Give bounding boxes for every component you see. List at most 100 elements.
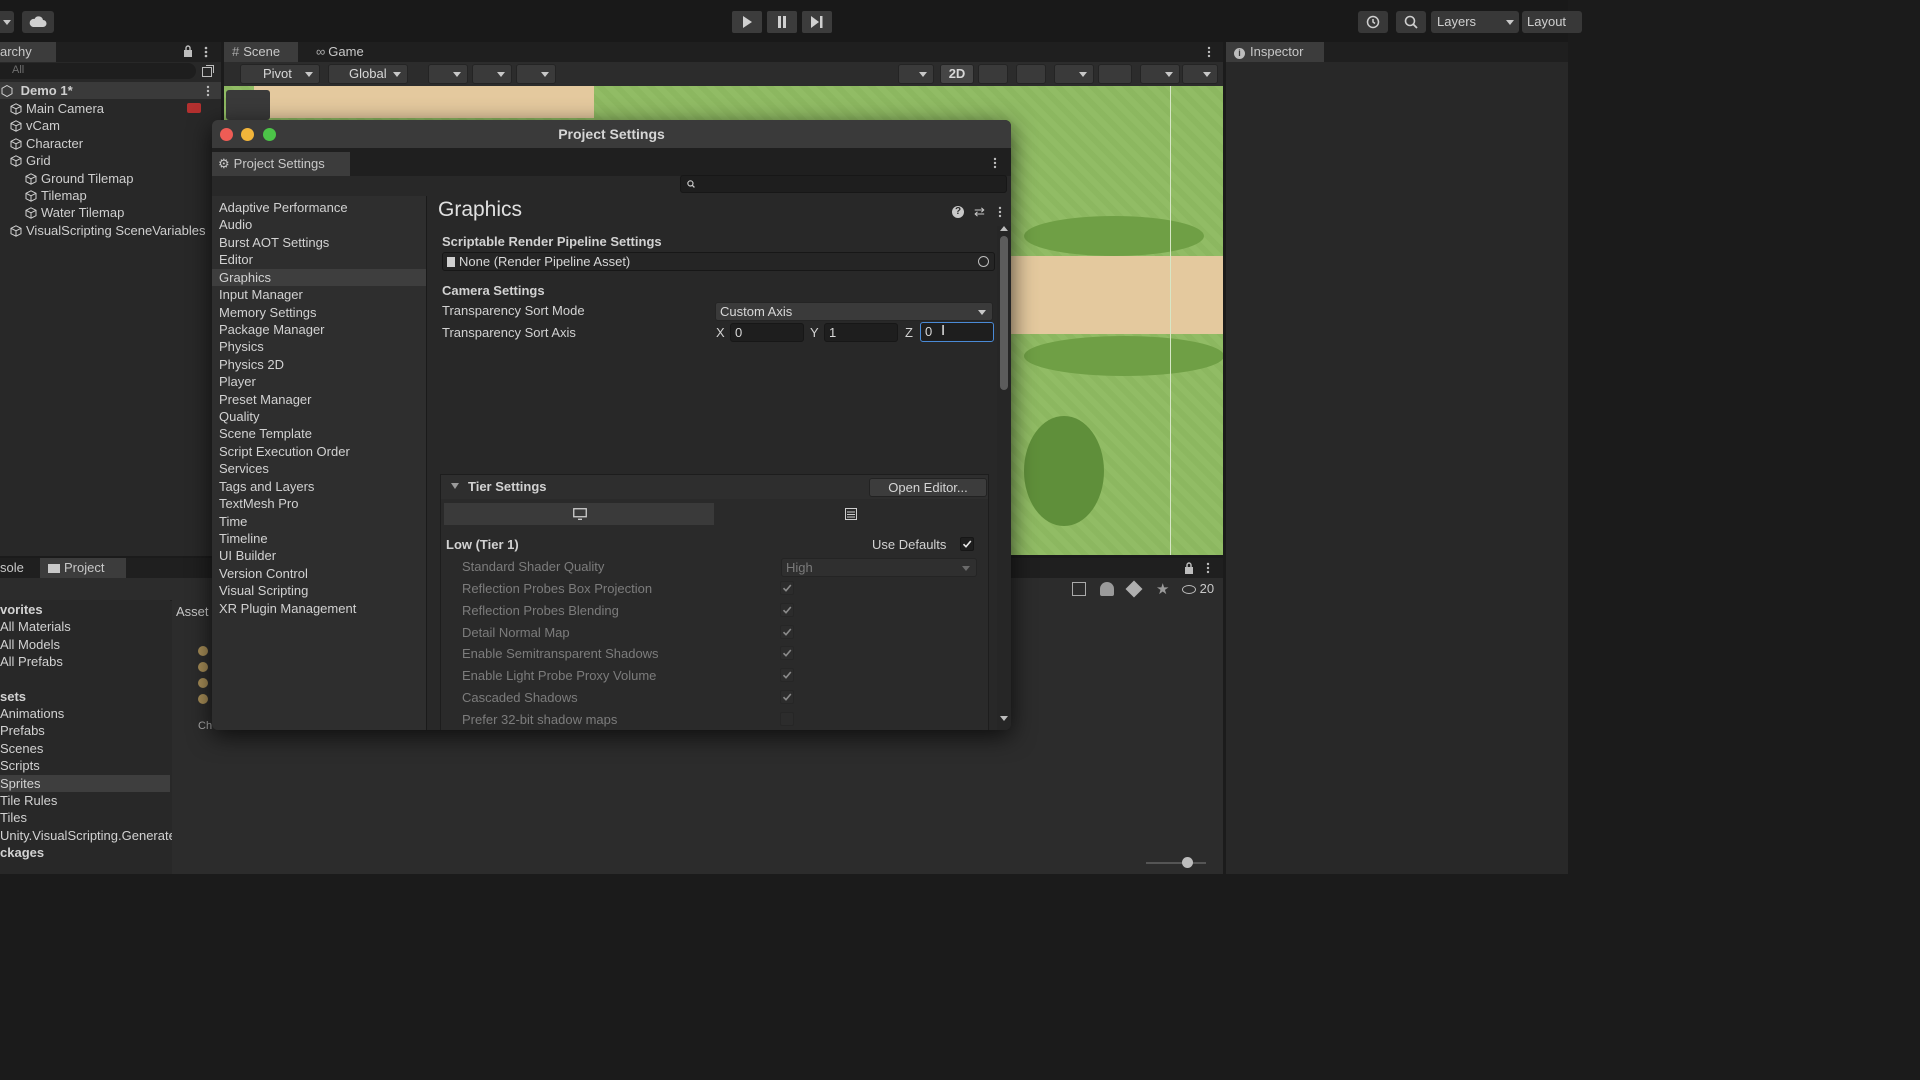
kebab-menu-icon[interactable]: [998, 206, 1002, 218]
kebab-menu-icon[interactable]: [206, 85, 210, 97]
hierarchy-item[interactable]: VisualScripting SceneVariables: [10, 222, 205, 239]
scene-header-row[interactable]: Demo 1*: [0, 82, 221, 99]
tier-header[interactable]: Tier Settings Open Editor...: [441, 475, 988, 499]
sidebar-item[interactable]: Input Manager: [219, 286, 303, 303]
sidebar-item[interactable]: Package Manager: [219, 321, 325, 338]
layers-dropdown[interactable]: Layers: [1431, 11, 1519, 33]
axis-z-field[interactable]: 0I: [920, 322, 994, 342]
tab-project[interactable]: Project: [40, 558, 126, 578]
project-folder-item[interactable]: sets: [0, 688, 26, 705]
search-icon[interactable]: [1396, 11, 1426, 33]
tab-inspector[interactable]: i Inspector: [1226, 42, 1324, 62]
history-icon[interactable]: [1358, 11, 1388, 33]
draw-mode-dropdown[interactable]: [898, 64, 934, 84]
pause-button[interactable]: [767, 11, 797, 33]
asset-thumbnail[interactable]: [198, 646, 208, 656]
axis-x-field[interactable]: 0: [730, 323, 804, 342]
kebab-menu-icon[interactable]: [1206, 562, 1210, 574]
hierarchy-item[interactable]: Water Tilemap: [25, 204, 124, 221]
star-icon[interactable]: ★: [1156, 580, 1169, 598]
project-folder-item[interactable]: All Prefabs: [0, 653, 63, 670]
project-folder-item[interactable]: All Materials: [0, 618, 71, 635]
sidebar-item[interactable]: XR Plugin Management: [219, 600, 356, 617]
tab-console[interactable]: sole: [0, 558, 32, 578]
cloud-icon[interactable]: [22, 11, 54, 33]
kebab-menu-icon[interactable]: [1207, 46, 1211, 58]
account-dropdown-arrow[interactable]: [0, 11, 14, 33]
play-button[interactable]: [732, 11, 762, 33]
filter-label-icon[interactable]: [1100, 582, 1114, 596]
asset-thumbnail[interactable]: [198, 662, 208, 672]
scroll-down-icon[interactable]: [1000, 716, 1008, 721]
checkbox[interactable]: [780, 646, 794, 661]
tab-project-settings[interactable]: ⚙ Project Settings: [212, 152, 350, 176]
project-folder-item[interactable]: Sprites: [0, 774, 170, 792]
platform-tab-standalone[interactable]: [444, 503, 714, 525]
preset-icon[interactable]: ⇄: [974, 204, 985, 220]
assets-breadcrumb[interactable]: Asset: [176, 604, 209, 619]
grid-snap-dropdown[interactable]: [472, 64, 512, 84]
project-folder-item[interactable]: All Models: [0, 636, 60, 653]
sidebar-item[interactable]: UI Builder: [219, 547, 276, 564]
help-icon[interactable]: ?: [952, 206, 964, 218]
snap-dropdown[interactable]: [428, 64, 468, 84]
filter-type-icon[interactable]: [1072, 582, 1086, 596]
sidebar-item[interactable]: Script Execution Order: [219, 443, 350, 460]
increment-snap-dropdown[interactable]: [516, 64, 556, 84]
checkbox[interactable]: [780, 624, 794, 639]
asset-thumbnail[interactable]: [198, 678, 208, 688]
tab-scene[interactable]: # Scene: [224, 42, 298, 62]
pivot-dropdown[interactable]: Pivot: [240, 64, 320, 84]
hidden-packages-toggle[interactable]: 20: [1182, 581, 1214, 596]
visibility-toggle[interactable]: [1098, 64, 1132, 84]
project-folder-item[interactable]: vorites: [0, 601, 43, 618]
checkbox[interactable]: [780, 602, 794, 617]
hierarchy-item[interactable]: Main Camera: [10, 100, 104, 117]
checkbox[interactable]: [960, 537, 974, 551]
sidebar-item[interactable]: TextMesh Pro: [219, 495, 298, 512]
gizmos-dropdown[interactable]: [1182, 64, 1218, 84]
minimize-window-button[interactable]: [241, 128, 254, 141]
hierarchy-item[interactable]: Grid: [10, 152, 51, 169]
scrollbar-thumb[interactable]: [1000, 236, 1008, 390]
sidebar-item[interactable]: Physics 2D: [219, 356, 284, 373]
sidebar-item[interactable]: Services: [219, 460, 269, 477]
close-window-button[interactable]: [220, 128, 233, 141]
project-folder-item[interactable]: Scenes: [0, 740, 43, 757]
sidebar-item[interactable]: Preset Manager: [219, 391, 312, 408]
settings-search-input[interactable]: [680, 175, 1007, 193]
tag-icon[interactable]: [1125, 580, 1143, 598]
checkbox[interactable]: [780, 580, 794, 595]
step-button[interactable]: [802, 11, 832, 33]
sort-mode-dropdown[interactable]: Custom Axis: [715, 302, 993, 321]
checkbox[interactable]: [780, 668, 794, 683]
kebab-menu-icon[interactable]: [993, 157, 997, 169]
sidebar-item[interactable]: Editor: [219, 251, 253, 268]
2d-toggle[interactable]: 2D: [940, 64, 974, 84]
sidebar-item[interactable]: Timeline: [219, 530, 268, 547]
hierarchy-search[interactable]: All: [0, 63, 196, 79]
sidebar-item[interactable]: Time: [219, 513, 247, 530]
sidebar-item[interactable]: Player: [219, 373, 256, 390]
sidebar-item[interactable]: Memory Settings: [219, 304, 317, 321]
axis-y-field[interactable]: 1: [824, 323, 898, 342]
lock-icon[interactable]: [182, 44, 194, 58]
zoom-slider-handle[interactable]: [1182, 857, 1193, 868]
hierarchy-item[interactable]: Tilemap: [25, 187, 87, 204]
window-titlebar[interactable]: Project Settings: [212, 120, 1011, 148]
sidebar-item[interactable]: Audio: [219, 216, 252, 233]
lighting-toggle[interactable]: [978, 64, 1008, 84]
zoom-slider[interactable]: [1146, 857, 1206, 868]
tier-setting-dropdown[interactable]: High: [781, 558, 977, 577]
sidebar-item[interactable]: Adaptive Performance: [219, 199, 348, 216]
content-scrollbar[interactable]: [997, 226, 1011, 730]
project-folder-item[interactable]: Unity.VisualScripting.Generated: [0, 827, 183, 844]
sidebar-item[interactable]: Graphics: [212, 268, 426, 286]
project-folder-item[interactable]: ckages: [0, 844, 44, 861]
asset-thumbnail[interactable]: [198, 694, 208, 704]
global-dropdown[interactable]: Global: [328, 64, 408, 84]
sidebar-item[interactable]: Visual Scripting: [219, 582, 308, 599]
project-folder-item[interactable]: Tile Rules: [0, 792, 57, 809]
tab-game[interactable]: ∞ Game: [308, 42, 372, 62]
sidebar-item[interactable]: Physics: [219, 338, 264, 355]
